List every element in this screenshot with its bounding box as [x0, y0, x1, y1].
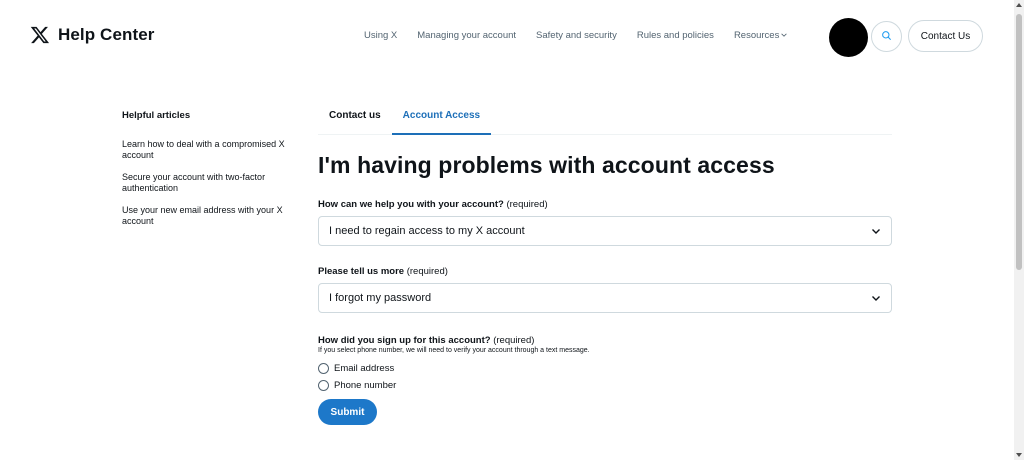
scrollbar[interactable]: [1014, 0, 1024, 460]
q3-hint: If you select phone number, we will need…: [318, 347, 590, 354]
brand[interactable]: Help Center: [30, 25, 155, 45]
submit-button[interactable]: Submit: [318, 399, 377, 425]
header: Help Center Using X Managing your accoun…: [0, 0, 1014, 72]
radio-button[interactable]: [318, 380, 329, 391]
q1-required: (required): [506, 199, 548, 210]
q3-label: How did you sign up for this account? (r…: [318, 335, 892, 346]
radio-email-address[interactable]: Email address: [318, 363, 892, 374]
chevron-down-icon: [871, 226, 881, 236]
search-button[interactable]: [871, 21, 902, 52]
contact-us-button[interactable]: Contact Us: [908, 20, 983, 52]
tabs: Contact us Account Access: [318, 100, 892, 135]
q3-label-text: How did you sign up for this account?: [318, 335, 491, 346]
nav-managing-account[interactable]: Managing your account: [417, 30, 516, 41]
sidebar-article-compromised[interactable]: Learn how to deal with a compromised X a…: [122, 139, 304, 160]
sidebar-article-two-factor[interactable]: Secure your account with two-factor auth…: [122, 172, 304, 193]
help-type-select[interactable]: I need to regain access to my X account: [318, 216, 892, 246]
search-icon: [881, 28, 892, 46]
scroll-up-arrow-icon[interactable]: [1016, 3, 1022, 7]
brand-title: Help Center: [58, 25, 155, 44]
detail-value: I forgot my password: [329, 292, 432, 304]
scrollbar-thumb[interactable]: [1016, 14, 1022, 270]
scroll-down-arrow-icon[interactable]: [1016, 453, 1022, 457]
chevron-down-icon: [871, 293, 881, 303]
nav-resources[interactable]: Resources: [733, 30, 788, 41]
tab-contact-us[interactable]: Contact us: [318, 100, 392, 134]
detail-select[interactable]: I forgot my password: [318, 283, 892, 313]
main-content: Contact us Account Access I'm having pro…: [318, 100, 892, 425]
main-nav: Using X Managing your account Safety and…: [364, 30, 807, 41]
radio-button[interactable]: [318, 363, 329, 374]
page-title: I'm having problems with account access: [318, 152, 775, 178]
sidebar-heading: Helpful articles: [122, 110, 191, 121]
q1-label-text: How can we help you with your account?: [318, 199, 504, 210]
q1-label: How can we help you with your account? (…: [318, 199, 892, 210]
help-type-value: I need to regain access to my X account: [329, 225, 525, 237]
q2-label-text: Please tell us more: [318, 266, 405, 277]
radio-email-label: Email address: [334, 363, 395, 374]
chevron-down-icon: [781, 32, 788, 40]
sidebar: Helpful articles Learn how to deal with …: [122, 110, 304, 238]
nav-using-x[interactable]: Using X: [364, 30, 397, 41]
q2-required: (required): [406, 266, 448, 277]
nav-rules-policies[interactable]: Rules and policies: [637, 30, 714, 41]
radio-phone-label: Phone number: [334, 380, 397, 391]
nav-resources-label: Resources: [733, 30, 780, 41]
x-logo-icon: [30, 25, 50, 45]
avatar[interactable]: [829, 18, 868, 57]
tab-account-access[interactable]: Account Access: [391, 100, 492, 135]
sidebar-article-new-email[interactable]: Use your new email address with your X a…: [122, 205, 304, 226]
nav-safety-security[interactable]: Safety and security: [536, 30, 617, 41]
q3-required: (required): [493, 335, 535, 346]
radio-phone-number[interactable]: Phone number: [318, 380, 892, 391]
q2-label: Please tell us more (required): [318, 266, 892, 277]
